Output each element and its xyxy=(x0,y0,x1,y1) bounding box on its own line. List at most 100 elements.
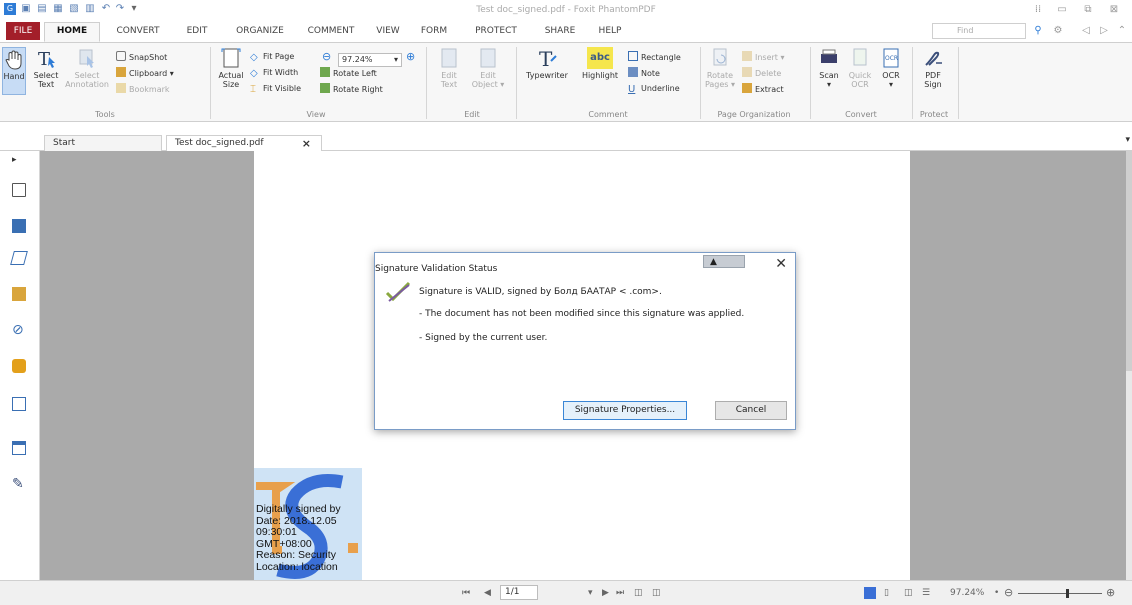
facing-icon[interactable]: ◫ xyxy=(904,588,913,598)
select-annotation-button[interactable]: Select Annotation xyxy=(64,47,110,89)
collapse-ribbon-icon[interactable]: ⌃ xyxy=(1114,24,1130,38)
quick-ocr-button[interactable]: Quick OCR xyxy=(846,47,874,89)
hand-button[interactable]: Hand xyxy=(2,47,26,95)
underline-button[interactable]: U Underline xyxy=(628,83,680,95)
tab-document[interactable]: Test doc_signed.pdf × xyxy=(166,135,322,152)
next-view-icon[interactable]: ◫ xyxy=(652,588,661,598)
extract-button[interactable]: Extract xyxy=(742,83,784,95)
close-window-icon[interactable]: ⊠ xyxy=(1106,3,1122,17)
actual-size-icon xyxy=(220,47,242,69)
tab-protect[interactable]: PROTECT xyxy=(468,24,524,42)
search-panel-icon[interactable] xyxy=(12,397,26,411)
tab-form[interactable]: FORM xyxy=(416,24,452,42)
close-tab-icon[interactable]: × xyxy=(302,137,311,151)
forward-icon[interactable]: ▷ xyxy=(1096,24,1112,38)
fit-page-button[interactable]: ◇ Fit Page xyxy=(250,51,294,63)
rotate-left-button[interactable]: Rotate Left xyxy=(320,67,377,79)
tab-comment[interactable]: COMMENT xyxy=(304,24,358,42)
vertical-scrollbar[interactable] xyxy=(1126,151,1132,580)
scrollbar-thumb[interactable] xyxy=(1126,151,1132,371)
signed-by-text: - Signed by the current user. xyxy=(419,333,548,343)
paperclip-icon[interactable]: ⊘ xyxy=(12,323,26,337)
single-page-icon[interactable] xyxy=(864,587,876,599)
typewriter-button[interactable]: T Typewriter xyxy=(522,47,572,80)
back-icon[interactable]: ◁ xyxy=(1078,24,1094,38)
previous-page-icon[interactable]: ◀ xyxy=(484,588,491,598)
rectangle-button[interactable]: Rectangle xyxy=(628,51,681,63)
rotate-right-button[interactable]: Rotate Right xyxy=(320,83,383,95)
svg-text:OCR: OCR xyxy=(885,55,898,62)
zoom-select[interactable]: 97.24% ▾ xyxy=(338,53,402,67)
continuous-icon[interactable]: ▯ xyxy=(884,588,889,598)
edit-text-button[interactable]: Edit Text xyxy=(434,47,464,89)
tab-start-label: Start xyxy=(53,138,75,148)
collapse-up-icon: ▲ xyxy=(710,257,717,267)
first-page-icon[interactable]: ⏮ xyxy=(462,588,470,598)
tab-help[interactable]: HELP xyxy=(592,24,628,42)
page-thumbnails-icon[interactable] xyxy=(12,183,26,197)
zoom-out-icon[interactable]: ⊖ xyxy=(322,51,331,63)
dialog-toggle-button[interactable]: ▲ xyxy=(703,255,745,268)
signature-stamp[interactable]: Digitally signed by Date: 2018.12.05 09:… xyxy=(254,468,362,580)
note-button[interactable]: Note xyxy=(628,67,660,79)
zoom-in-status-icon[interactable]: ⊕ xyxy=(1106,586,1115,599)
scan-button[interactable]: Scan ▾ xyxy=(814,47,844,89)
zoom-value: 97.24% xyxy=(342,55,373,64)
search-icon[interactable]: ⚲ xyxy=(1030,24,1046,38)
insert-button[interactable]: Insert ▾ xyxy=(742,51,785,63)
ocr-button[interactable]: OCR OCR ▾ xyxy=(878,47,904,89)
tab-share[interactable]: SHARE xyxy=(538,24,582,42)
tools-group-label: Tools xyxy=(95,110,115,119)
zoom-slider[interactable] xyxy=(1018,589,1102,598)
zoom-in-icon[interactable]: ⊕ xyxy=(406,51,415,63)
minimize-icon[interactable]: ▭ xyxy=(1054,3,1070,17)
cancel-button[interactable]: Cancel xyxy=(715,401,787,420)
lock-icon[interactable] xyxy=(12,359,26,373)
select-text-button[interactable]: T Select Text xyxy=(30,47,62,89)
dialog-close-button[interactable]: ✕ xyxy=(775,256,787,272)
snapshot-button[interactable]: SnapShot xyxy=(116,51,167,63)
restore-icon[interactable]: ⧉ xyxy=(1080,3,1096,17)
fit-width-button[interactable]: ◇ Fit Width xyxy=(250,67,298,79)
actual-size-button[interactable]: Actual Size xyxy=(216,47,246,89)
zoom-dropdown-icon[interactable]: • xyxy=(994,588,999,598)
last-page-icon[interactable]: ⏭ xyxy=(616,588,624,598)
tab-convert[interactable]: CONVERT xyxy=(112,24,164,42)
rotate-pages-button[interactable]: Rotate Pages ▾ xyxy=(704,47,736,89)
quick-ocr-label-1: Quick xyxy=(848,71,872,80)
tab-list-icon[interactable]: ▾ xyxy=(1125,135,1130,145)
zoom-slider-handle[interactable] xyxy=(1066,589,1069,598)
signature-properties-button[interactable]: Signature Properties... xyxy=(563,401,687,420)
clipboard-button[interactable]: Clipboard ▾ xyxy=(116,67,174,79)
edit-object-button[interactable]: Edit Object ▾ xyxy=(468,47,508,89)
comments-panel-icon[interactable] xyxy=(12,441,26,455)
settings-icon[interactable]: ⚙ xyxy=(1050,24,1066,38)
tab-organize[interactable]: ORGANIZE xyxy=(232,24,288,42)
continuous-facing-icon[interactable]: ☰ xyxy=(922,588,930,598)
attachments-icon[interactable] xyxy=(10,251,28,265)
fit-width-icon: ◇ xyxy=(250,68,258,79)
tab-start[interactable]: Start xyxy=(44,135,162,152)
layers-icon[interactable] xyxy=(12,219,26,233)
highlight-button[interactable]: abc Highlight xyxy=(578,47,622,80)
page-dropdown-icon[interactable]: ▾ xyxy=(588,588,593,598)
zoom-out-status-icon[interactable]: ⊖ xyxy=(1004,586,1013,599)
expand-panel-icon[interactable]: ▸ xyxy=(12,155,26,169)
page-number-input[interactable]: 1/1 xyxy=(500,585,538,600)
find-input[interactable]: Find xyxy=(932,23,1026,39)
delete-button[interactable]: Delete xyxy=(742,67,781,79)
bookmarks-panel-icon[interactable] xyxy=(12,287,26,301)
layout-icon[interactable]: ⁞⁞ xyxy=(1030,3,1046,17)
next-page-icon[interactable]: ▶ xyxy=(602,588,609,598)
tab-edit[interactable]: EDIT xyxy=(180,24,214,42)
page-organization-group-label: Page Organization xyxy=(717,110,791,119)
bookmark-button[interactable]: Bookmark xyxy=(116,83,170,95)
fit-visible-button[interactable]: ⌶ Fit Visible xyxy=(250,83,301,95)
signature-panel-icon[interactable]: ✎ xyxy=(12,477,26,491)
tab-home[interactable]: HOME xyxy=(44,22,100,42)
tab-file[interactable]: FILE xyxy=(6,22,40,40)
tab-view[interactable]: VIEW xyxy=(370,24,406,42)
protect-group-label: Protect xyxy=(919,110,949,119)
pdf-sign-button[interactable]: PDF Sign xyxy=(918,47,948,89)
previous-view-icon[interactable]: ◫ xyxy=(634,588,643,598)
